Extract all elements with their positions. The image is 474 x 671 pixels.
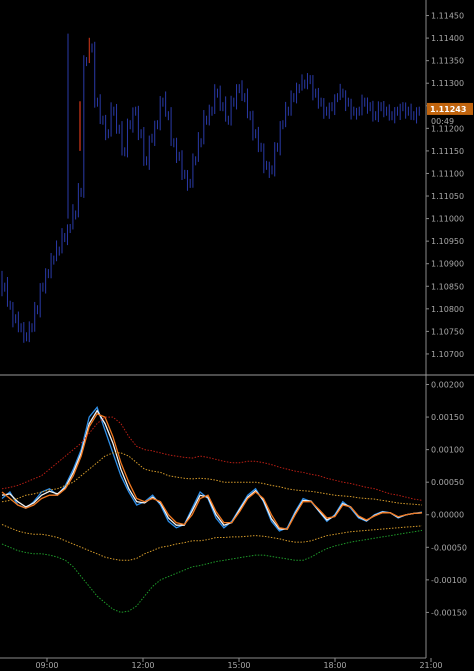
price-tick-label: 1.11400	[431, 34, 464, 43]
price-tick-label: 1.11050	[431, 192, 464, 201]
price-tick-label: 1.10950	[431, 237, 464, 246]
current-price-label: 1.11243	[430, 105, 466, 114]
price-tick-label: 1.10700	[431, 350, 464, 359]
time-tick-label: 09:00	[35, 661, 58, 670]
osc-tick-label: -0.00050	[431, 543, 467, 552]
price-tick-label: 1.10850	[431, 282, 464, 291]
osc-tick-label: -0.00150	[431, 608, 467, 617]
osc-tick-label: -0.00100	[431, 576, 467, 585]
price-tick-label: 1.11350	[431, 57, 464, 66]
osc-tick-label: 0.00200	[431, 381, 464, 390]
price-tick-label: 1.11100	[431, 169, 464, 178]
time-tick-label: 12:00	[131, 661, 154, 670]
chart-canvas: 1.114501.114001.113501.113001.112501.112…	[0, 0, 474, 671]
price-tick-label: 1.10900	[431, 260, 464, 269]
countdown-label: 00:49	[431, 117, 454, 126]
osc-tick-label: 0.00050	[431, 478, 464, 487]
price-tick-label: 1.11450	[431, 12, 464, 21]
time-tick-label: 18:00	[323, 661, 346, 670]
osc-tick-label: 0.00100	[431, 446, 464, 455]
time-tick-label: 15:00	[227, 661, 250, 670]
price-tick-label: 1.11300	[431, 79, 464, 88]
osc-tick-label: 0.00000	[431, 511, 464, 520]
osc-tick-label: 0.00150	[431, 413, 464, 422]
time-tick-label: 21:00	[419, 661, 442, 670]
price-tick-label: 1.10800	[431, 305, 464, 314]
price-tick-label: 1.11000	[431, 215, 464, 224]
price-tick-label: 1.11150	[431, 147, 464, 156]
price-tick-label: 1.10750	[431, 327, 464, 336]
